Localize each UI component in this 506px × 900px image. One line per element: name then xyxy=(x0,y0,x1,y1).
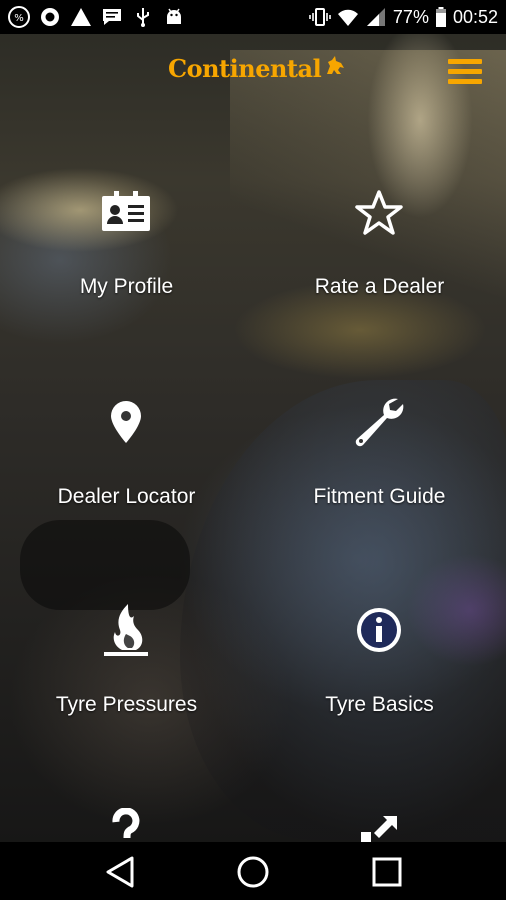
tile-tyre-basics[interactable]: Tyre Basics xyxy=(253,600,506,810)
question-icon xyxy=(96,808,156,842)
android-debug-icon xyxy=(163,6,185,28)
percent-notification-icon: % xyxy=(8,6,30,28)
svg-text:%: % xyxy=(14,13,24,24)
system-nav-bar xyxy=(0,842,506,900)
info-icon xyxy=(349,600,409,660)
recents-square-icon[interactable] xyxy=(367,854,407,890)
tile-label: My Profile xyxy=(79,275,174,298)
map-pin-icon xyxy=(96,392,156,452)
tile-label: Fitment Guide xyxy=(313,485,446,508)
flame-icon xyxy=(96,600,156,660)
ring-notification-icon xyxy=(39,6,61,28)
wifi-icon xyxy=(337,6,359,28)
tile-rate-a-dealer[interactable]: Rate a Dealer xyxy=(253,182,506,392)
vibrate-icon xyxy=(309,6,331,28)
tile-label: Tyre Pressures xyxy=(55,693,198,716)
tile-label: Dealer Locator xyxy=(57,485,196,508)
tile-tyre-pressures[interactable]: Tyre Pressures xyxy=(0,600,253,810)
tile-my-profile[interactable]: My Profile xyxy=(0,182,253,392)
usb-icon xyxy=(132,6,154,28)
home-circle-icon[interactable] xyxy=(233,854,273,890)
horse-icon xyxy=(324,54,346,81)
tile-share[interactable] xyxy=(253,808,506,842)
tile-fitment-guide[interactable]: Fitment Guide xyxy=(253,392,506,602)
battery-icon xyxy=(435,6,447,28)
continental-logo: Continental xyxy=(168,54,346,83)
hamburger-menu-icon[interactable] xyxy=(448,59,482,89)
tile-label: Tyre Basics xyxy=(325,693,434,716)
id-card-icon xyxy=(96,182,156,242)
wrench-icon xyxy=(349,392,409,452)
share-arrow-icon xyxy=(349,808,409,842)
signal-icon xyxy=(365,6,387,28)
tile-dealer-locator[interactable]: Dealer Locator xyxy=(0,392,253,602)
app-header: Continental xyxy=(0,34,506,114)
tile-help[interactable] xyxy=(0,808,253,842)
battery-percent: 77% xyxy=(392,6,429,27)
message-notification-icon xyxy=(101,6,123,28)
back-triangle-icon[interactable] xyxy=(100,854,140,890)
logo-text: Continental xyxy=(168,54,322,83)
tile-label: Rate a Dealer xyxy=(314,275,445,298)
status-bar: % 77% 00:52 xyxy=(0,0,506,34)
clock-time: 00:52 xyxy=(452,6,498,27)
star-icon xyxy=(349,182,409,242)
triangle-notification-icon xyxy=(70,6,92,28)
